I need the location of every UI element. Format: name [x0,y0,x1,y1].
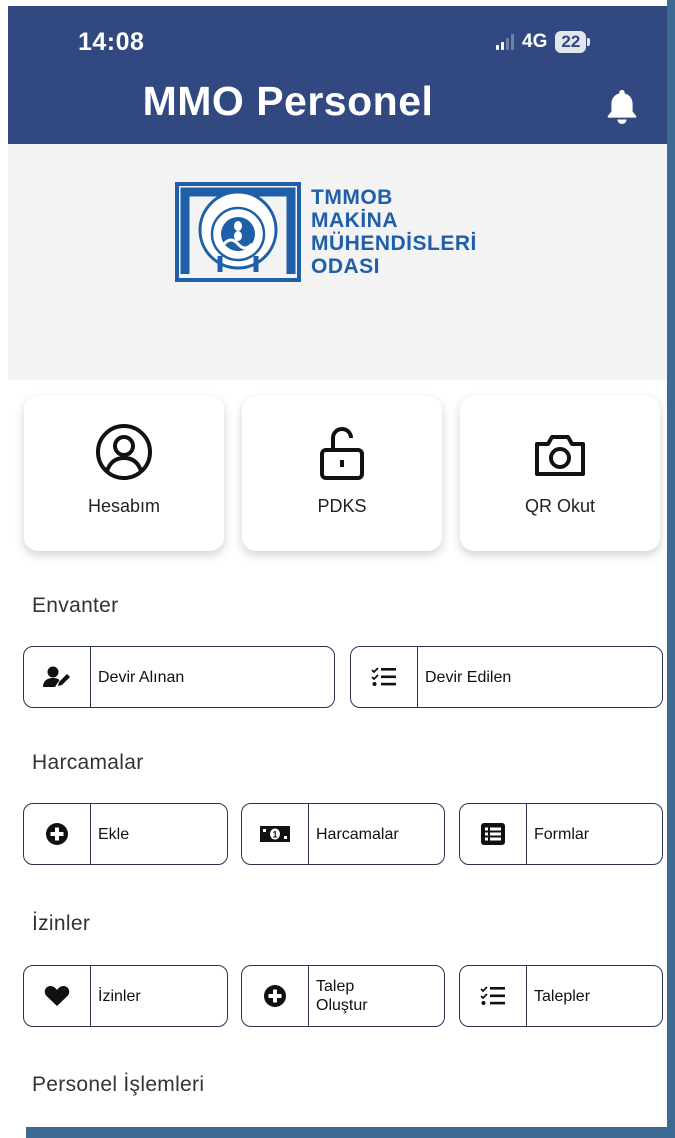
logo-line: MAKİNA [311,209,398,232]
logo-text: TMMOB MAKİNA MÜHENDİSLERİ ODASI [311,186,477,278]
battery-icon: 22 [555,31,591,53]
button-icon-box [351,647,418,707]
money-bill-icon: 1 [260,826,290,842]
camera-icon [535,435,585,476]
talepler-label: Talepler [534,987,591,1005]
pdks-card[interactable]: PDKS [242,396,442,551]
frame-right-border [667,0,675,1138]
status-time: 14:08 [78,28,145,56]
formlar-button[interactable]: Formlar [459,803,663,865]
network-type: 4G [522,31,548,52]
talepler-button[interactable]: Talepler [459,965,663,1027]
unlock-icon [320,427,364,480]
page-title: MMO Personel [142,78,434,124]
plus-circle-icon [264,985,286,1007]
section-title-izinler: İzinler [32,912,91,935]
pdks-card-label: PDKS [317,496,367,516]
logo-line: TMMOB [311,186,393,209]
devir-edilen-label: Devir Edilen [425,668,512,686]
button-icon-box [24,804,91,864]
signal-icon [496,34,514,50]
button-icon-box [24,647,91,707]
talep-olustur-button[interactable]: Talep Oluştur [241,965,445,1027]
frame-bottom-border [26,1127,675,1138]
formlar-label: Formlar [534,825,590,843]
svg-text:1: 1 [272,830,277,840]
ekle-button[interactable]: Ekle [23,803,228,865]
button-icon-box: 1 [242,804,309,864]
logo-line: ODASI [311,255,381,278]
list-alt-icon [481,823,505,845]
app-header: 14:08 4G 22 MMO Personel [8,6,667,144]
harcamalar-label: Harcamalar [316,825,399,843]
section-title-harcamalar: Harcamalar [32,751,144,774]
battery-level: 22 [555,31,587,53]
ekle-label: Ekle [98,825,130,843]
status-indicators: 4G 22 [496,30,591,54]
bell-icon[interactable] [602,86,642,126]
devir-edilen-button[interactable]: Devir Edilen [350,646,663,708]
devir-alinan-button[interactable]: Devir Alınan [23,646,335,708]
izinler-label: İzinler [98,987,141,1005]
user-edit-icon [43,666,70,687]
qr-card[interactable]: QR Okut [460,396,660,551]
checklist-icon [371,667,396,686]
logo-line: MÜHENDİSLERİ [311,232,477,255]
plus-circle-icon [46,823,68,845]
button-icon-box [24,966,91,1026]
account-card[interactable]: Hesabım [24,396,224,551]
qr-card-label: QR Okut [524,496,595,516]
mmo-logo-emblem [175,182,301,282]
talep-olustur-label: Talep Oluştur [316,966,438,1026]
account-card-label: Hesabım [87,496,161,516]
checklist-icon [480,986,505,1005]
button-icon-box [242,966,309,1026]
logo-banner: TMMOB MAKİNA MÜHENDİSLERİ ODASI [8,144,667,380]
harcamalar-button[interactable]: 1 Harcamalar [241,803,445,865]
devir-alinan-label: Devir Alınan [98,668,185,686]
section-title-envanter: Envanter [32,594,119,617]
app-screen: 14:08 4G 22 MMO Personel TMMOB MAKİNA MÜ… [8,6,667,1127]
section-title-personel-islemleri: Personel İşlemleri [32,1073,205,1096]
button-icon-box [460,966,527,1026]
user-circle-icon [96,424,152,480]
button-icon-box [460,804,527,864]
talep-olustur-label-line1: Talep [316,978,355,995]
talep-olustur-label-line2: Oluştur [316,997,368,1014]
heart-icon [44,986,70,1006]
izinler-button[interactable]: İzinler [23,965,228,1027]
